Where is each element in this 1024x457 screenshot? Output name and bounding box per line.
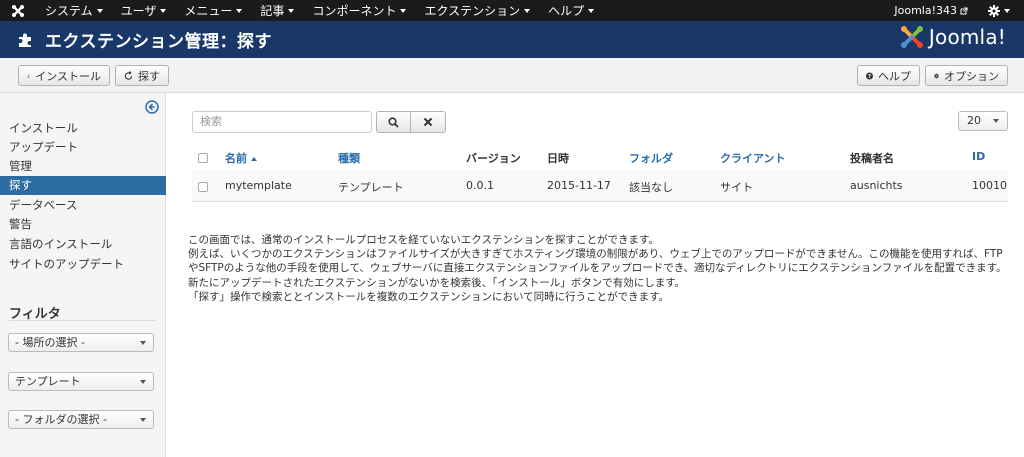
- user-menu-button[interactable]: [978, 4, 1024, 17]
- refresh-icon: [124, 70, 133, 80]
- joomla-brand-icon[interactable]: [0, 0, 36, 21]
- sidebar-item-database[interactable]: データベース: [0, 196, 166, 215]
- divider: [9, 320, 157, 321]
- menu-components[interactable]: コンポーネント: [303, 0, 415, 21]
- column-header-version: バージョン: [466, 152, 521, 165]
- chevron-down-icon: [140, 341, 146, 345]
- sidebar-item-warnings[interactable]: 警告: [0, 215, 166, 234]
- menu-users[interactable]: ユーザ: [112, 0, 176, 21]
- description-line: この画面では、通常のインストールプロセスを経ていないエクステンションを探すことが…: [188, 234, 659, 246]
- clear-button[interactable]: [410, 111, 446, 133]
- search-icon: [388, 116, 399, 128]
- page-title: エクステンション管理：探す: [45, 32, 272, 52]
- chevron-down-icon: [524, 8, 531, 13]
- chevron-down-icon: [400, 8, 407, 13]
- menu-system[interactable]: システム: [36, 0, 112, 21]
- filter-folder-select[interactable]: - フォルダの選択 -: [8, 410, 154, 429]
- menu-help[interactable]: ヘルプ: [539, 0, 603, 21]
- menu-content[interactable]: 記事: [251, 0, 303, 21]
- chevron-down-icon: [236, 8, 243, 13]
- chevron-down-icon: [96, 8, 103, 13]
- search-input[interactable]: 検索: [192, 111, 372, 133]
- external-link-icon: [960, 7, 968, 14]
- description-line: 新たにアップデートされたエクステンションがないかを検索後、「インストール」ボタン…: [188, 276, 686, 289]
- column-header-folder[interactable]: フォルダ: [629, 150, 673, 166]
- cell-author: ausnichts: [850, 179, 903, 192]
- upload-icon: [27, 73, 30, 77]
- sidebar-item-manage[interactable]: 管理: [0, 157, 166, 176]
- toolbar: インストール 探す ? ヘルプ オプション: [0, 58, 1024, 93]
- filter-location-select[interactable]: - 場所の選択 -: [8, 333, 154, 352]
- description-line: 例えば、いくつかのエクステンションはファイルサイズが大きすぎてホスティング環境の…: [188, 248, 1007, 275]
- cell-type: テンプレート: [338, 181, 404, 194]
- chevron-down-icon: [140, 380, 146, 384]
- cell-date: 2015-11-17: [547, 179, 611, 192]
- menu-extensions[interactable]: エクステンション: [415, 0, 539, 21]
- sort-ascending-icon: [251, 157, 257, 161]
- sidebar-item-update[interactable]: アップデート: [0, 138, 166, 157]
- column-header-author: 投稿者名: [850, 152, 894, 165]
- joomla-logo: Joomla!: [899, 24, 1006, 50]
- filter-type-select[interactable]: テンプレート: [8, 372, 154, 391]
- help-button[interactable]: ? ヘルプ: [857, 65, 920, 86]
- page-header: エクステンション管理：探す Joomla!: [0, 21, 1024, 58]
- cell-version: 0.0.1: [466, 179, 494, 192]
- question-icon: ?: [866, 72, 873, 80]
- sidebar: インストール アップデート 管理 探す データベース 警告 言語のインストール …: [0, 93, 166, 457]
- sidebar-item-install[interactable]: インストール: [0, 119, 166, 138]
- description-text: この画面では、通常のインストールプロセスを経ていないエクステンションを探すことが…: [188, 233, 1010, 304]
- chevron-down-icon: [160, 8, 167, 13]
- menu-menus[interactable]: メニュー: [175, 0, 251, 21]
- install-button[interactable]: インストール: [18, 65, 110, 86]
- cell-id: 10010: [972, 179, 1007, 192]
- search-button[interactable]: [376, 111, 411, 133]
- site-preview-link[interactable]: Joomla!343: [884, 4, 978, 17]
- chevron-down-icon: [993, 119, 999, 123]
- close-icon: [423, 117, 433, 127]
- cell-client: サイト: [720, 181, 753, 194]
- cell-name: mytemplate: [225, 179, 292, 192]
- column-header-id[interactable]: ID: [972, 150, 985, 163]
- top-navbar: システム ユーザ メニュー 記事 コンポーネント エクステンション ヘルプ Jo…: [0, 0, 1024, 21]
- sidebar-item-discover[interactable]: 探す: [0, 176, 166, 195]
- select-all-checkbox[interactable]: [198, 153, 208, 163]
- chevron-down-icon: [1004, 8, 1010, 13]
- column-header-client[interactable]: クライアント: [720, 150, 786, 166]
- sidebar-item-update-sites[interactable]: サイトのアップデート: [0, 255, 166, 274]
- logo-text: Joomla!: [928, 25, 1006, 49]
- joomla-logo-icon: [900, 26, 923, 48]
- discover-button[interactable]: 探す: [115, 65, 169, 86]
- column-header-date: 日時: [547, 152, 569, 165]
- chevron-down-icon: [288, 8, 295, 13]
- description-line: 「探す」操作で検索ととインストールを複数のエクステンションにおいて同時に行うこと…: [188, 290, 670, 303]
- chevron-down-icon: [588, 8, 595, 13]
- gear-icon: [988, 4, 1000, 17]
- list-limit-select[interactable]: 20: [958, 111, 1008, 131]
- row-checkbox[interactable]: [198, 182, 208, 192]
- sidebar-item-install-languages[interactable]: 言語のインストール: [0, 235, 166, 254]
- svg-text:?: ?: [868, 74, 871, 80]
- column-header-name[interactable]: 名前: [225, 150, 257, 166]
- chevron-down-icon: [140, 418, 146, 422]
- divider: [192, 201, 1008, 202]
- gear-icon: [934, 73, 939, 78]
- collapse-sidebar-icon[interactable]: [145, 100, 159, 114]
- main-menu: システム ユーザ メニュー 記事 コンポーネント エクステンション ヘルプ: [36, 0, 603, 21]
- puzzle-icon: [19, 33, 31, 47]
- column-header-type[interactable]: 種類: [338, 150, 360, 166]
- cell-folder: 該当なし: [629, 181, 673, 194]
- options-button[interactable]: オプション: [925, 65, 1008, 86]
